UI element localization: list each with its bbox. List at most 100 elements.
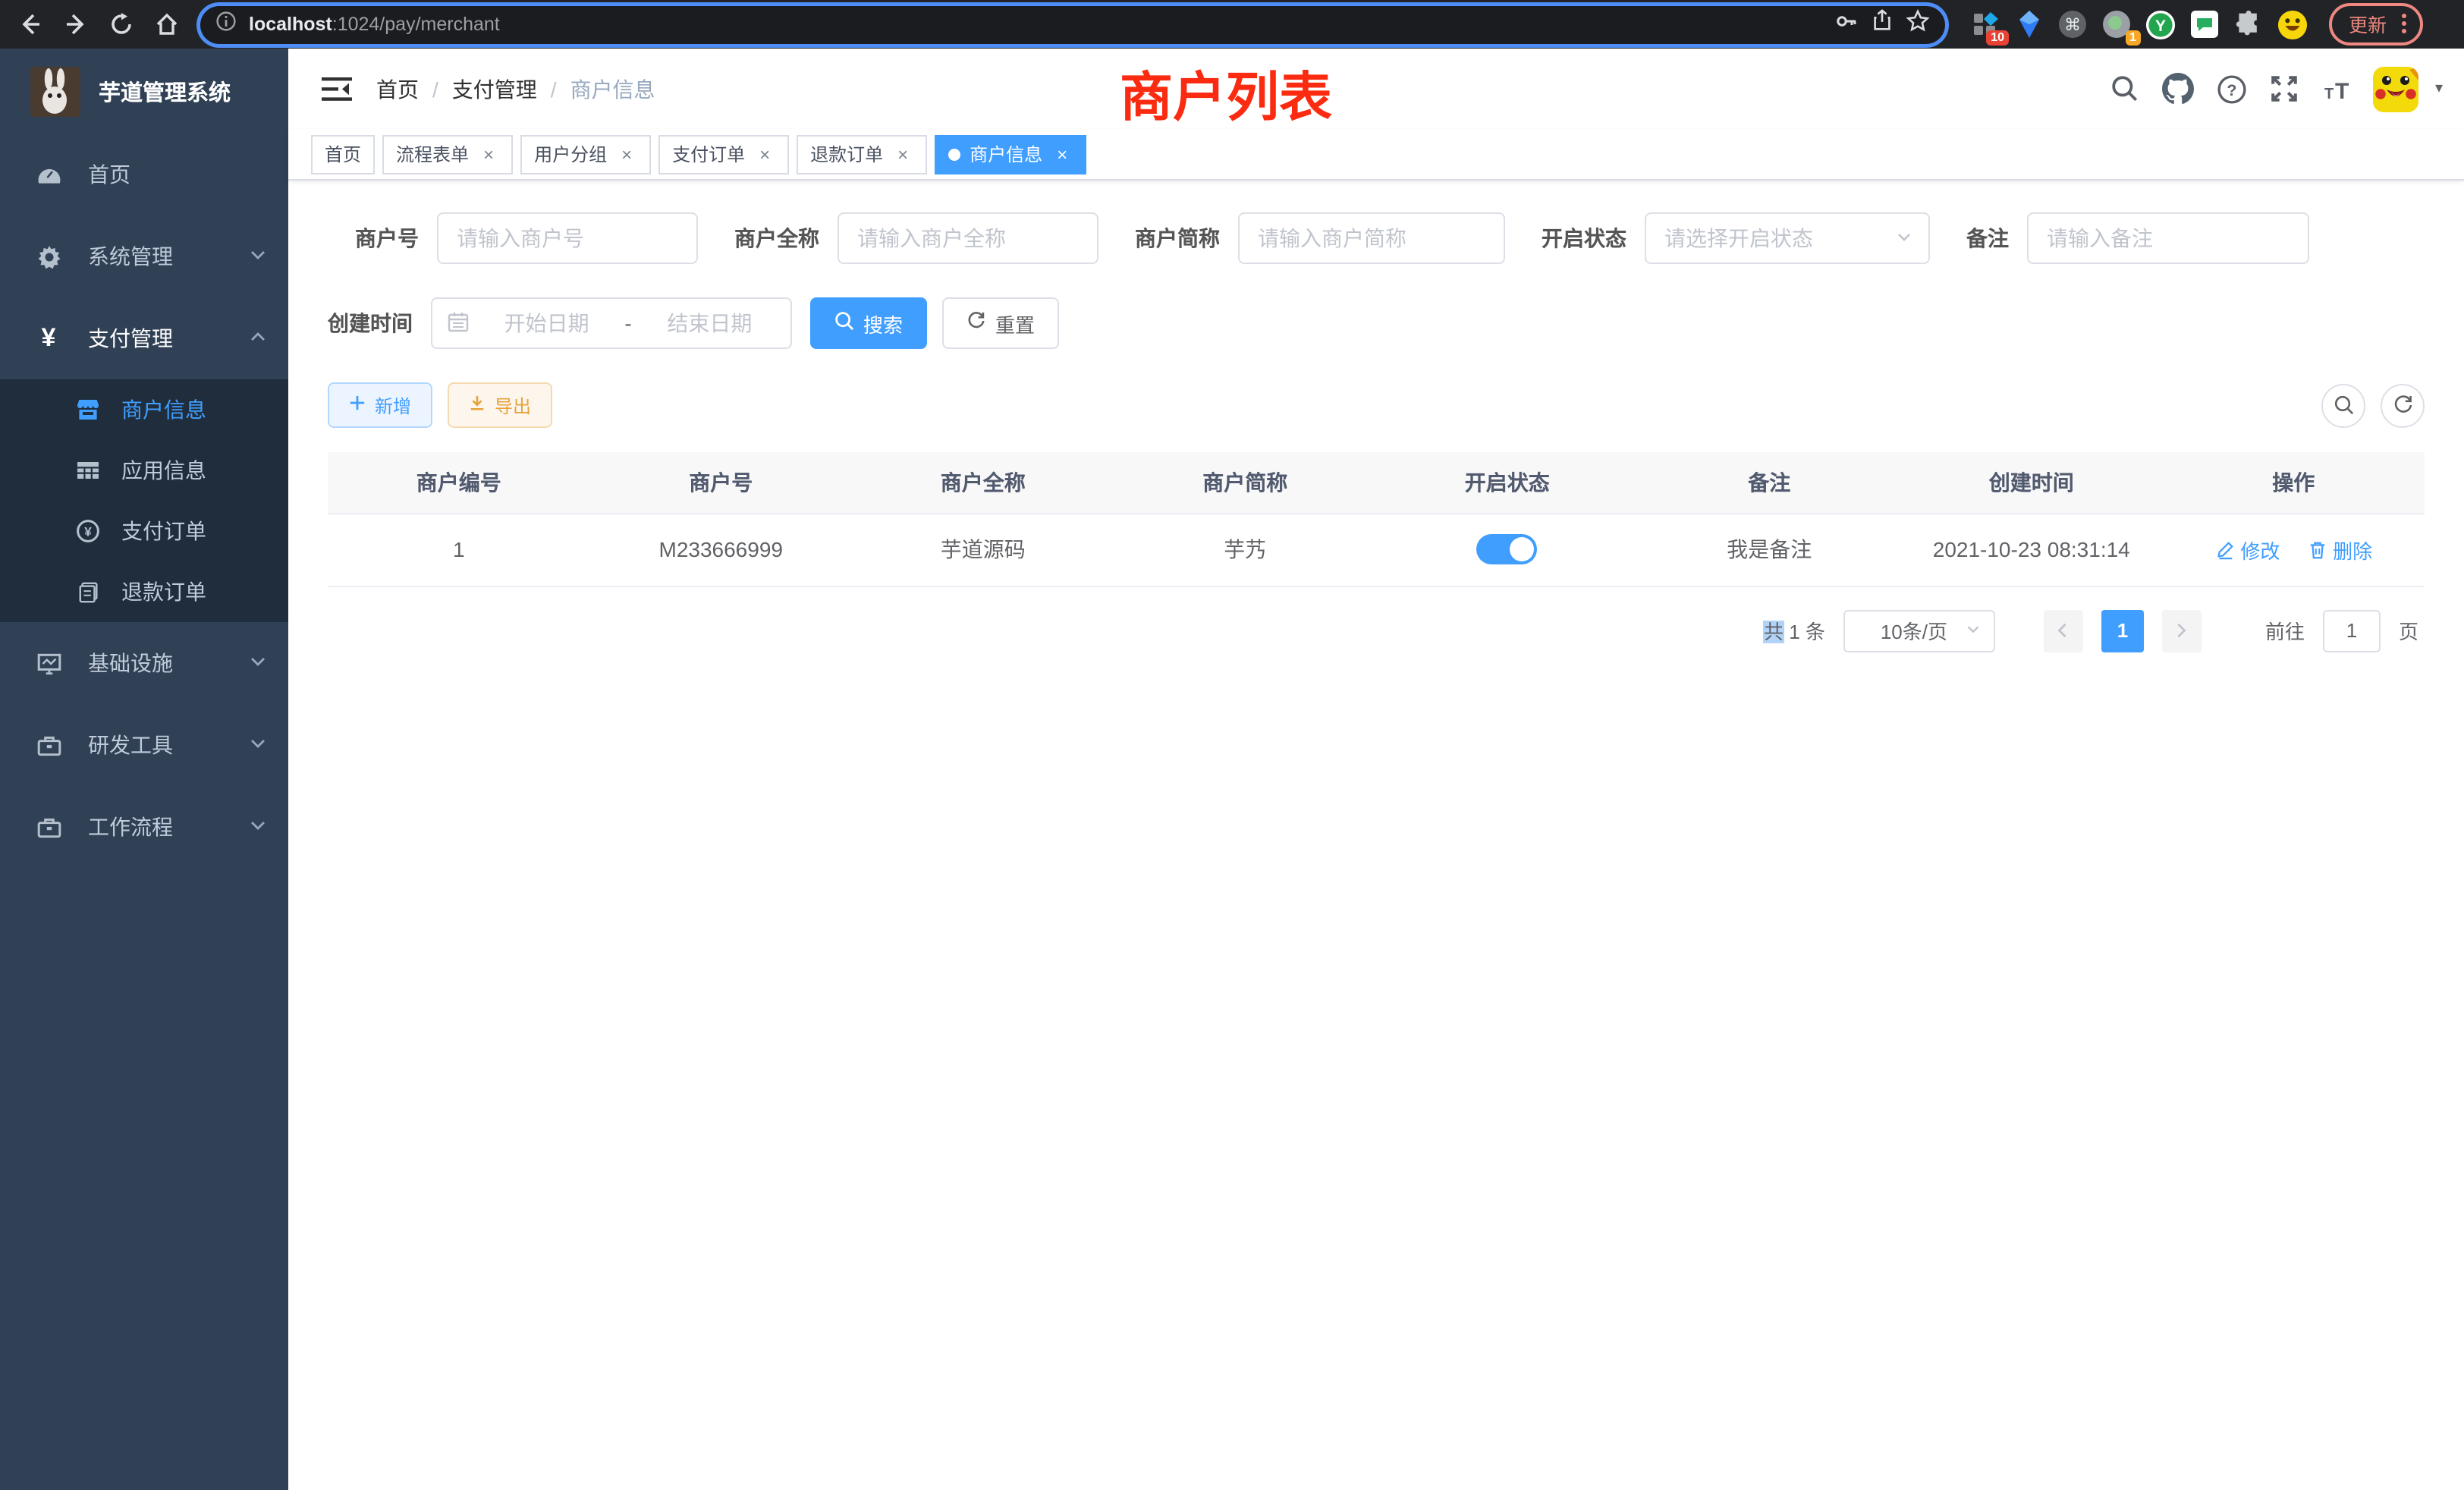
sidebar-item-system[interactable]: 系统管理 [0,215,288,297]
extension-gem-icon[interactable] [2013,9,2044,39]
site-info-icon[interactable] [215,10,237,39]
end-date-placeholder[interactable]: 结束日期 [644,308,775,338]
merchant-no-input[interactable] [437,212,698,264]
share-icon[interactable] [1871,9,1894,39]
col-status: 开启状态 [1376,452,1639,513]
date-range-picker[interactable]: 开始日期 - 结束日期 [431,297,792,349]
url-path: :1024/pay/merchant [332,14,500,35]
chevron-down-icon [249,244,267,269]
pagination-total: 共 1 条 [1764,616,1825,645]
filter-row-1: 商户号 商户全称 商户简称 开启状态 请选择开启状态 [328,212,2425,264]
github-icon[interactable] [2161,71,2197,107]
sidebar-item-workflow[interactable]: 工作流程 [0,786,288,868]
shop-icon [73,398,103,422]
edit-link[interactable]: 修改 [2214,535,2280,564]
table-header-row: 商户编号 商户号 商户全称 商户简称 开启状态 备注 创建时间 操作 [328,452,2425,513]
address-bar[interactable]: localhost:1024/pay/merchant [200,5,1945,43]
breadcrumb-home[interactable]: 首页 [376,74,419,104]
short-name-input[interactable] [1238,212,1505,264]
help-icon[interactable]: ? [2214,71,2250,107]
export-button[interactable]: 导出 [448,382,552,428]
extension-emoji-icon[interactable] [2277,9,2308,39]
close-icon[interactable]: × [478,143,499,165]
extension-chat-icon[interactable] [2189,9,2220,39]
download-icon [469,395,486,416]
svg-text:Y: Y [2155,17,2166,34]
tab-merchant-info[interactable]: 商户信息 × [935,134,1086,174]
show-search-toggle-button[interactable] [2321,383,2365,427]
tab-pay-order[interactable]: 支付订单 × [658,134,789,174]
breadcrumb-section[interactable]: 支付管理 [452,74,537,104]
forward-icon[interactable] [58,6,94,42]
tab-process-form[interactable]: 流程表单 × [382,134,513,174]
browser-toolbar: localhost:1024/pay/merchant 10 ⌘ [0,0,2464,49]
sidebar-item-home[interactable]: 首页 [0,134,288,215]
extension-command-icon[interactable]: ⌘ [2057,9,2088,39]
search-icon[interactable] [2107,71,2144,107]
col-remark: 备注 [1639,452,1901,513]
browser-update-button[interactable]: 更新 [2329,3,2423,46]
next-page-button[interactable] [2162,609,2202,652]
browser-menu-icon[interactable] [2402,14,2406,33]
reload-icon[interactable] [103,6,140,42]
status-label: 开启状态 [1542,223,1626,253]
extension-circle-icon[interactable]: 1 [2101,9,2132,39]
prev-page-button[interactable] [2044,609,2083,652]
sidebar-item-label: 商户信息 [121,395,206,425]
tab-label: 用户分组 [534,141,607,167]
status-select[interactable]: 请选择开启状态 [1645,212,1930,264]
full-name-input[interactable] [838,212,1098,264]
sidebar-fold-icon[interactable] [310,61,364,116]
col-merchant-no: 商户号 [590,452,853,513]
sidebar-item-app-info[interactable]: 应用信息 [0,440,288,501]
refresh-table-button[interactable] [2381,383,2425,427]
page-size-select[interactable]: 10条/页 [1843,609,1995,652]
search-label: 搜索 [863,309,903,338]
extension-puzzle-icon[interactable] [2233,9,2264,39]
close-icon[interactable]: × [754,143,775,165]
update-label: 更新 [2349,9,2387,38]
back-icon[interactable] [12,6,49,42]
cell-full-name: 芋道源码 [852,513,1114,586]
sidebar-item-pay-order[interactable]: ¥ 支付订单 [0,501,288,561]
svg-text:?: ? [2227,81,2236,99]
goto-page-input[interactable] [2323,609,2381,652]
url-text: localhost:1024/pay/merchant [249,11,500,38]
export-label: 导出 [495,392,531,418]
font-size-icon[interactable]: TT [2320,71,2356,107]
yen-icon: ¥ [30,323,67,354]
password-key-icon[interactable] [1834,8,1859,40]
start-date-placeholder[interactable]: 开始日期 [481,308,612,338]
search-button[interactable]: 搜索 [810,297,927,349]
avatar-caret-icon[interactable]: ▾ [2435,80,2443,97]
sidebar-item-merchant-info[interactable]: 商户信息 [0,379,288,440]
remark-input[interactable] [2027,212,2309,264]
close-icon[interactable]: × [1051,143,1073,165]
home-icon[interactable] [149,6,185,42]
fullscreen-icon[interactable] [2267,71,2303,107]
filter-row-2: 创建时间 开始日期 - 结束日期 搜索 [328,297,2425,349]
chevron-down-icon [1965,619,1982,642]
sidebar-item-dev-tools[interactable]: 研发工具 [0,704,288,786]
add-button[interactable]: 新增 [328,382,432,428]
bookmark-star-icon[interactable] [1906,8,1930,40]
extension-grid-icon[interactable]: 10 [1969,9,2000,39]
navbar-actions: ? TT ▾ [2107,66,2443,112]
extension-y-icon[interactable]: Y [2145,9,2176,39]
tab-user-group[interactable]: 用户分组 × [520,134,651,174]
app-logo-row[interactable]: 芋道管理系统 [0,49,288,134]
status-toggle-on[interactable] [1477,534,1538,564]
sidebar-item-infrastructure[interactable]: 基础设施 [0,622,288,704]
table-grid-icon [73,458,103,483]
tab-home[interactable]: 首页 [311,134,375,174]
sidebar-item-payment[interactable]: ¥ 支付管理 [0,297,288,379]
close-icon[interactable]: × [616,143,637,165]
sidebar-item-refund-order[interactable]: 退款订单 [0,561,288,622]
close-icon[interactable]: × [892,143,913,165]
user-avatar[interactable] [2373,66,2418,112]
delete-link[interactable]: 删除 [2307,535,2372,564]
page-number-1[interactable]: 1 [2101,609,2144,652]
reset-button[interactable]: 重置 [942,297,1059,349]
tab-refund-order[interactable]: 退款订单 × [797,134,927,174]
cell-merchant-index: 1 [328,513,590,586]
